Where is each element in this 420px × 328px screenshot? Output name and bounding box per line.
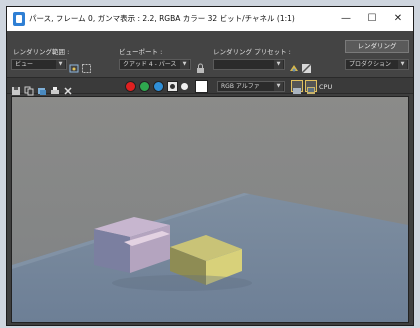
production-value: プロダクション — [349, 61, 392, 68]
production-dropdown[interactable]: プロダクション ▼ — [345, 59, 409, 70]
chevron-down-icon: ▼ — [180, 60, 189, 69]
lock-icon[interactable] — [195, 59, 206, 73]
copy-icon[interactable] — [24, 81, 34, 96]
chevron-down-icon: ▼ — [398, 60, 407, 69]
cpu-monitor-icon[interactable] — [305, 80, 317, 94]
render-frame-window: パース, フレーム 0, ガンマ表示 : 2.2, RGBA カラー 32 ビッ… — [6, 6, 414, 326]
preset-dropdown[interactable]: ▼ — [213, 59, 285, 70]
rendered-image — [12, 97, 408, 322]
auto-region-icon[interactable] — [69, 59, 80, 73]
render-area-label: レンダリング範囲 : — [13, 48, 70, 56]
render-settings-bar: レンダリング範囲 : ビュー ▼ ビューポート : クアッド 4 - パース ▼… — [7, 31, 413, 77]
minimize-button[interactable]: — — [333, 7, 359, 31]
render-viewport[interactable] — [11, 96, 409, 323]
maximize-button[interactable]: ☐ — [359, 7, 385, 31]
green-channel-toggle[interactable] — [139, 81, 150, 92]
blue-channel-toggle[interactable] — [153, 81, 164, 92]
monochrome-toggle[interactable] — [181, 83, 188, 90]
alpha-channel-toggle[interactable] — [167, 81, 178, 92]
channel-display-value: RGB アルファ — [221, 83, 260, 90]
clear-icon[interactable] — [63, 81, 73, 95]
chevron-down-icon: ▼ — [274, 82, 283, 91]
clone-icon[interactable] — [37, 81, 47, 95]
title-bar: パース, フレーム 0, ガンマ表示 : 2.2, RGBA カラー 32 ビッ… — [7, 7, 413, 31]
alpha-dot-icon — [170, 84, 175, 89]
red-channel-toggle[interactable] — [125, 81, 136, 92]
render-setup-icon[interactable] — [289, 59, 300, 72]
preset-label: レンダリング プリセット : — [213, 48, 291, 56]
app-icon — [13, 12, 25, 26]
render-area-dropdown[interactable]: ビュー ▼ — [11, 59, 67, 70]
save-icon[interactable] — [11, 81, 21, 95]
close-button[interactable]: ✕ — [385, 7, 411, 31]
print-icon[interactable] — [50, 81, 60, 94]
display-toggle-icon[interactable] — [291, 80, 303, 94]
window-title: パース, フレーム 0, ガンマ表示 : 2.2, RGBA カラー 32 ビッ… — [29, 14, 295, 23]
cpu-label: CPU — [319, 83, 333, 91]
channel-display-dropdown[interactable]: RGB アルファ ▼ — [217, 81, 285, 92]
viewport-label: ビューポート : — [119, 48, 163, 56]
render-button[interactable]: レンダリング — [345, 40, 409, 53]
background-color-swatch[interactable] — [195, 80, 208, 93]
frame-toolbar: RGB アルファ ▼ CPU — [7, 77, 413, 96]
viewport-dropdown[interactable]: クアッド 4 - パース ▼ — [119, 59, 191, 70]
environment-icon[interactable] — [301, 59, 312, 74]
render-area-value: ビュー — [15, 61, 34, 68]
viewport-value: クアッド 4 - パース — [123, 61, 177, 68]
region-select-icon[interactable] — [81, 59, 92, 73]
chevron-down-icon: ▼ — [56, 60, 65, 69]
chevron-down-icon: ▼ — [274, 60, 283, 69]
